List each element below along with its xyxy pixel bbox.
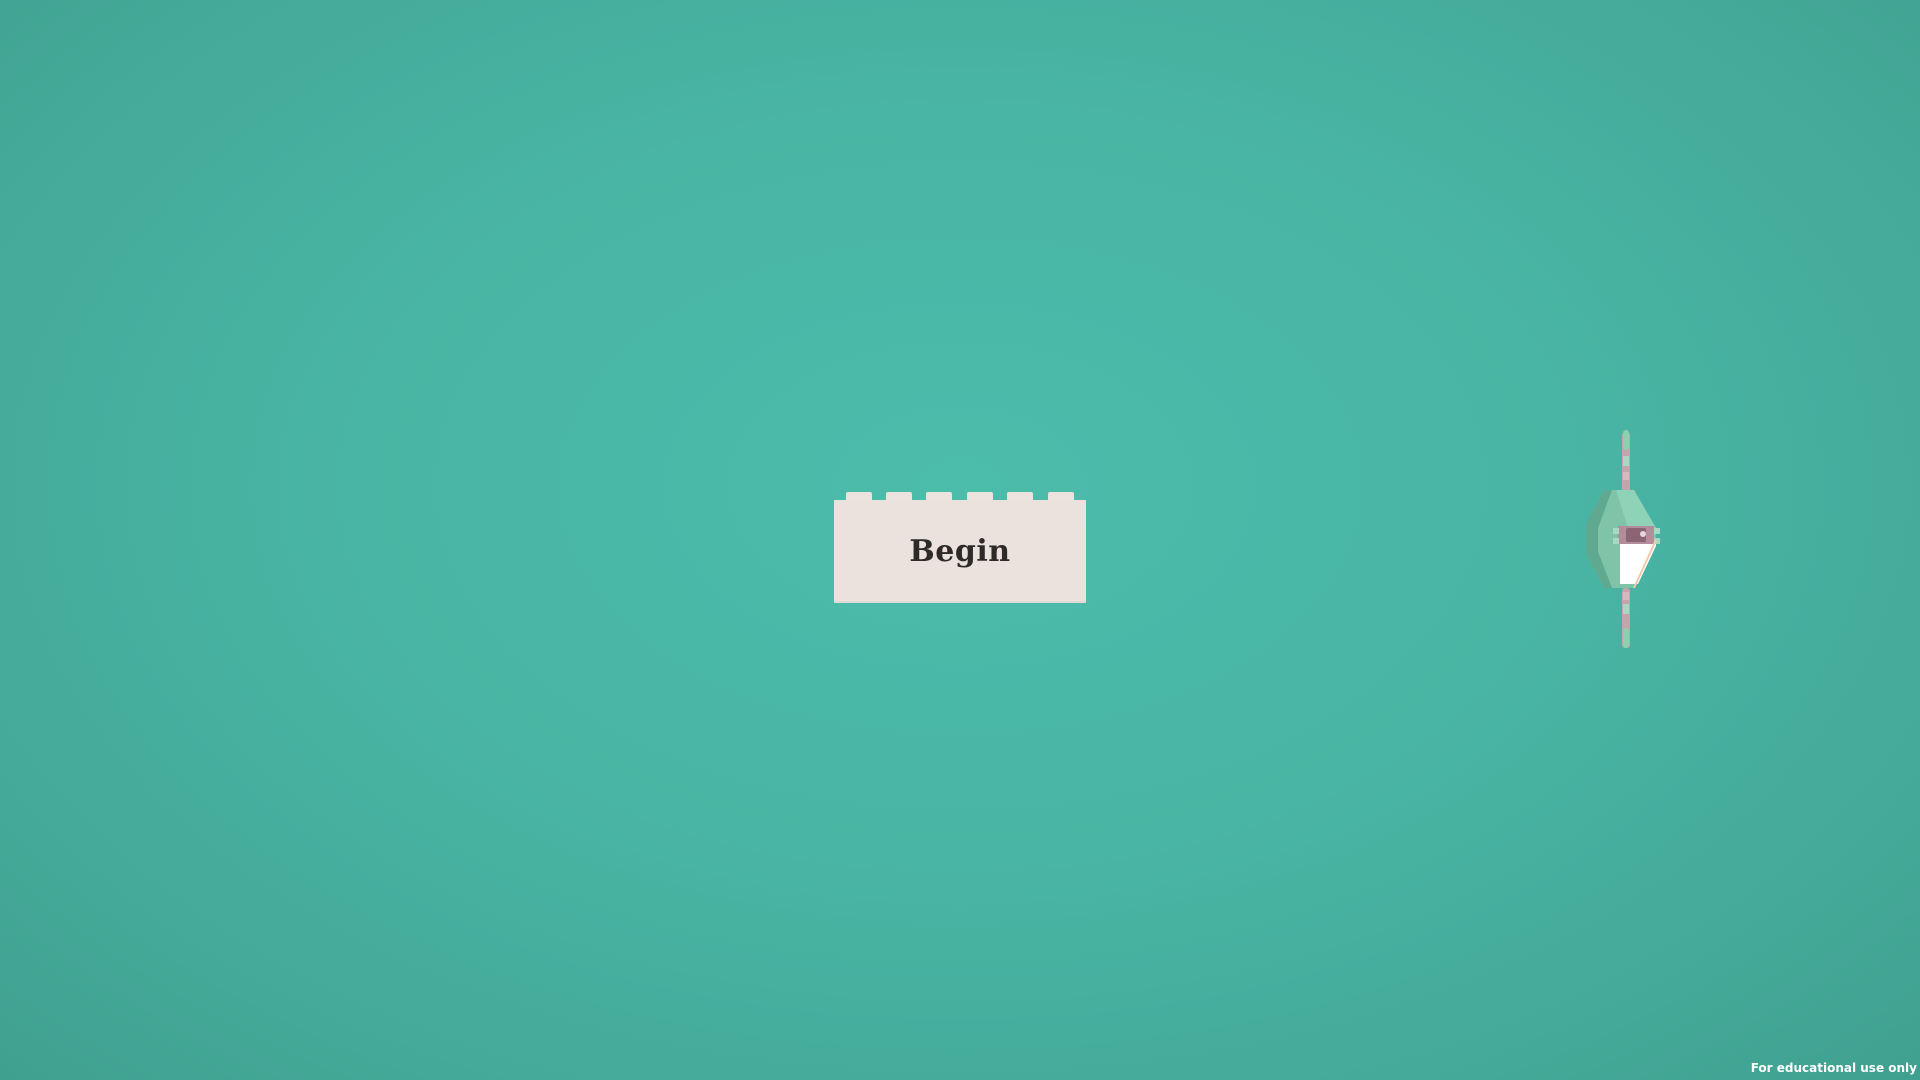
brick-body: Begin (834, 500, 1086, 603)
game-stage: Begin For educational use only (0, 0, 1920, 1080)
spaceship-model-icon (1586, 430, 1660, 648)
educational-notice: For educational use only (1750, 1061, 1917, 1075)
begin-button[interactable]: Begin (834, 490, 1086, 603)
begin-label: Begin (909, 534, 1011, 569)
